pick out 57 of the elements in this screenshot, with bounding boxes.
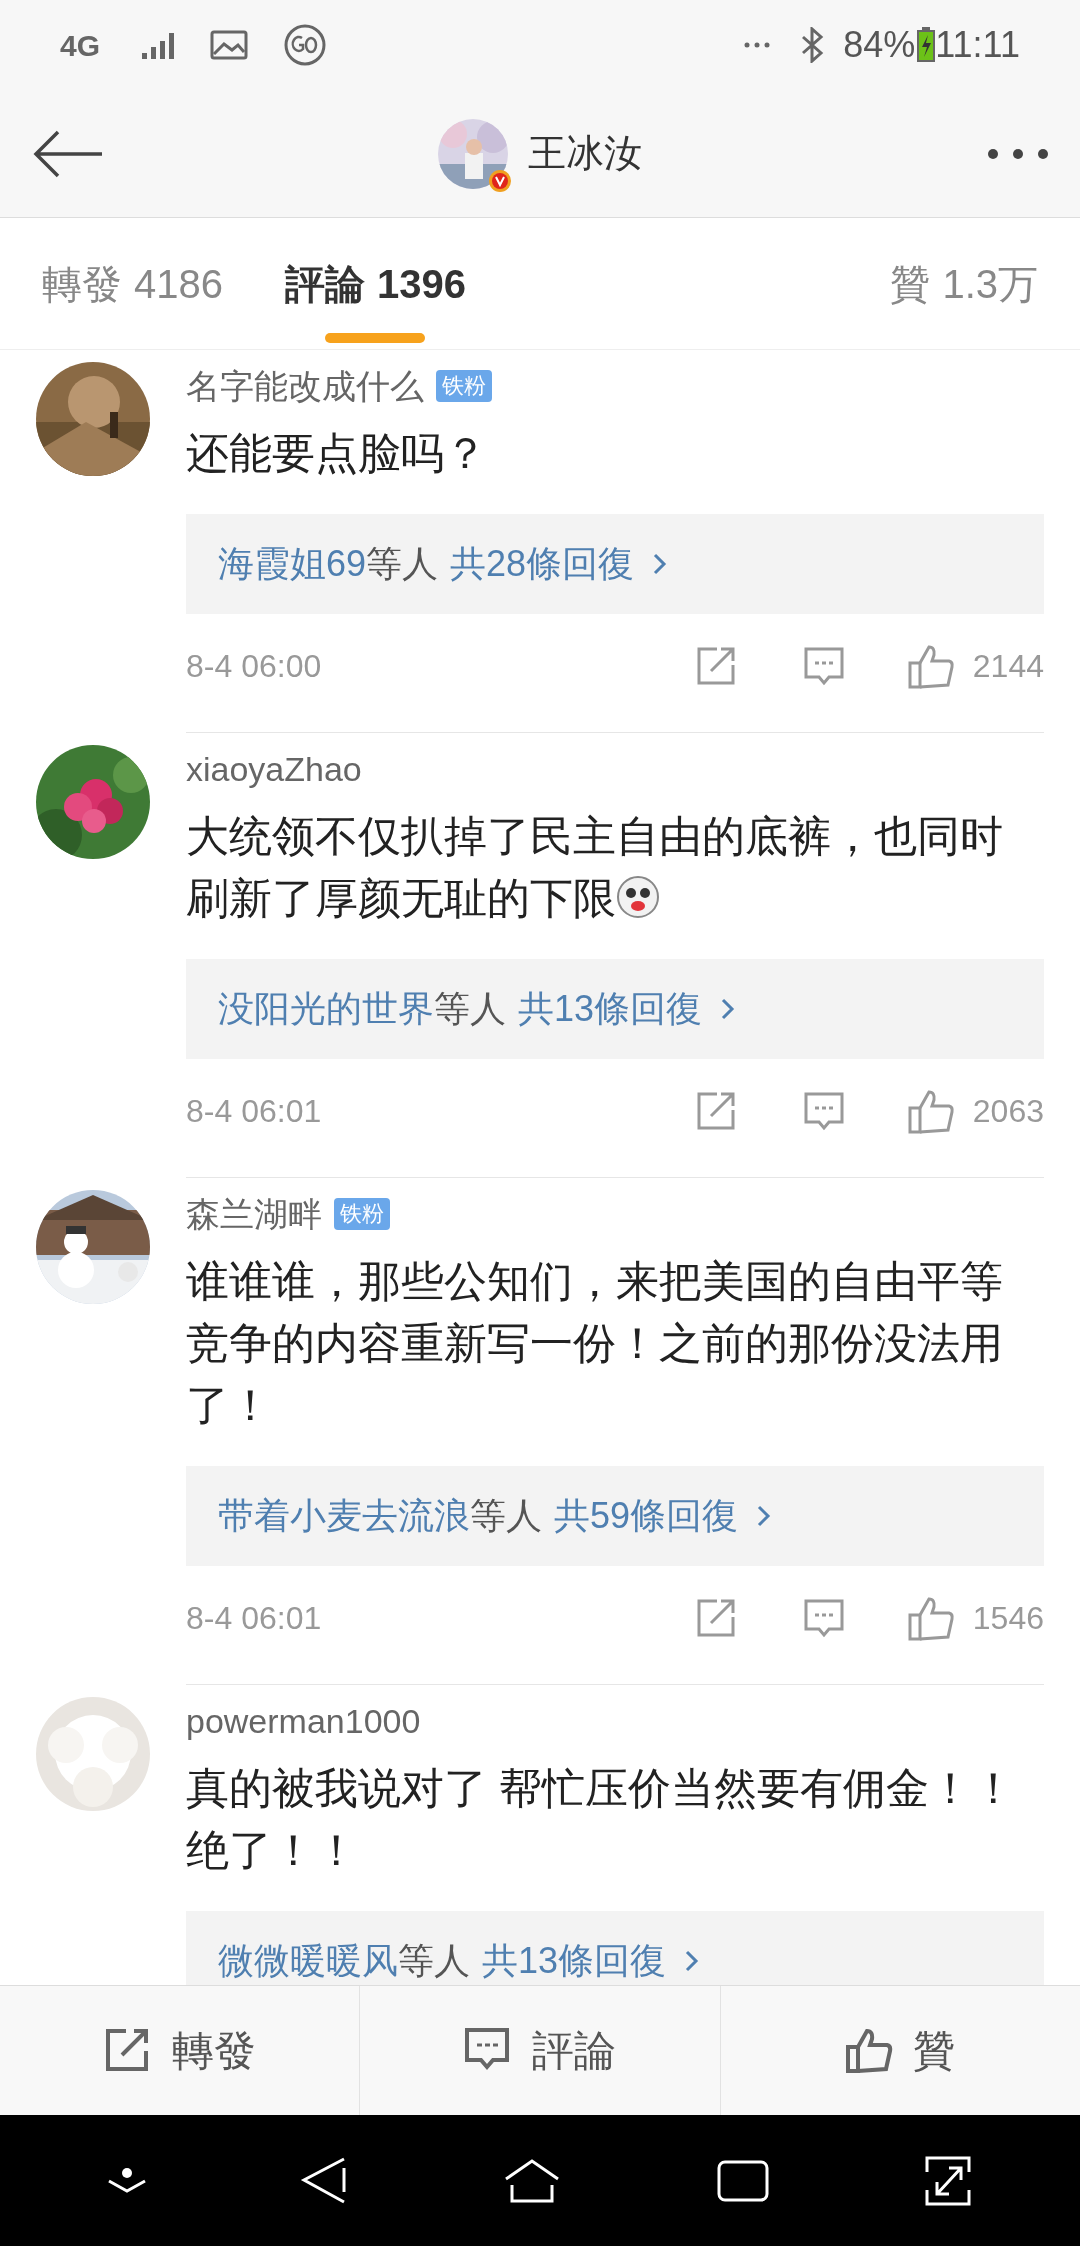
comment-time: 8-4 06:01 xyxy=(186,1092,322,1131)
thumbs-up-icon xyxy=(845,2026,894,2075)
go-circle-icon xyxy=(284,24,327,66)
username[interactable]: powerman1000 xyxy=(186,1695,421,1747)
tab[interactable]: 轉發 4186 xyxy=(42,218,223,349)
others-text: 等人 xyxy=(470,1494,542,1538)
tab[interactable]: 評論 1396 xyxy=(285,218,466,349)
chevron-right-icon xyxy=(756,1504,773,1528)
chevron-right-icon xyxy=(720,997,737,1021)
reply-preview[interactable]: 带着小麦去流浪等人 共59條回復 xyxy=(186,1466,1044,1566)
chevron-right-icon xyxy=(684,1949,701,1973)
comment-text: 大统领不仅扒掉了民主自由的底裤，也同时刷新了厚颜无耻的下限 xyxy=(186,812,1003,922)
image-icon xyxy=(210,30,249,60)
hide-keyboard-icon[interactable] xyxy=(106,2166,147,2195)
replier-name[interactable]: 没阳光的世界 xyxy=(218,982,434,1036)
comment-text: 还能要点脸吗？ xyxy=(186,429,487,477)
comment-text: 谁谁谁，那些公知们，来把美国的自由平等竞争的内容重新写一份！之前的那份没法用了！ xyxy=(186,1257,1003,1429)
username[interactable]: xiaoyaZhao xyxy=(186,743,362,795)
profile-name: 王冰汝 xyxy=(528,131,642,176)
like-count: 1546 xyxy=(972,1599,1044,1638)
reply-preview[interactable]: 海霞姐69等人 共28條回復 xyxy=(186,514,1044,614)
reply-preview[interactable]: 微微暖暖风等人 共13條回復 xyxy=(186,1911,1044,1985)
reply-count[interactable]: 共13條回復 xyxy=(482,1934,667,1985)
like-count: 2144 xyxy=(972,647,1044,686)
recents-icon[interactable] xyxy=(715,2158,770,2203)
network-type: 4G xyxy=(60,27,101,64)
comment-time: 8-4 06:01 xyxy=(186,1599,322,1638)
replier-name[interactable]: 海霞姐69 xyxy=(218,537,367,591)
comment-icon[interactable] xyxy=(802,646,845,686)
comment-icon[interactable] xyxy=(802,1091,845,1131)
others-text: 等人 xyxy=(366,542,439,586)
others-text: 等人 xyxy=(434,987,506,1031)
reply-count[interactable]: 共59條回復 xyxy=(554,1489,739,1543)
comment-icon[interactable] xyxy=(802,1598,845,1638)
others-text: 等人 xyxy=(398,1939,470,1983)
back-icon[interactable] xyxy=(300,2155,349,2206)
fan-badge: 铁粉 xyxy=(436,370,492,402)
chevron-right-icon xyxy=(652,552,669,576)
reply-preview[interactable]: 没阳光的世界等人 共13條回復 xyxy=(186,959,1044,1059)
action-button[interactable]: 轉發 xyxy=(0,1986,360,2115)
comment-time: 8-4 06:00 xyxy=(186,647,322,686)
replier-name[interactable]: 微微暖暖风 xyxy=(218,1934,398,1985)
more-dots-icon xyxy=(743,41,772,49)
more-menu-icon[interactable] xyxy=(988,149,1048,159)
bluetooth-icon xyxy=(799,27,826,63)
reply-count[interactable]: 共28條回復 xyxy=(450,537,635,591)
clock-time: 11:11 xyxy=(935,23,1020,67)
battery-percent: 84% xyxy=(843,23,916,67)
username[interactable]: 名字能改成什么 xyxy=(186,360,424,412)
fan-badge: 铁粉 xyxy=(334,1198,390,1230)
username[interactable]: 森兰湖畔 xyxy=(186,1188,322,1240)
comment-text: 真的被我说对了 帮忙压价当然要有佣金！！绝了！！ xyxy=(186,1764,1015,1874)
replier-name[interactable]: 带着小麦去流浪 xyxy=(218,1489,470,1543)
battery-icon xyxy=(917,27,936,63)
tab[interactable]: 贊 1.3万 xyxy=(890,218,1038,349)
like-count: 2063 xyxy=(972,1092,1044,1131)
reply-count[interactable]: 共13條回復 xyxy=(518,982,703,1036)
